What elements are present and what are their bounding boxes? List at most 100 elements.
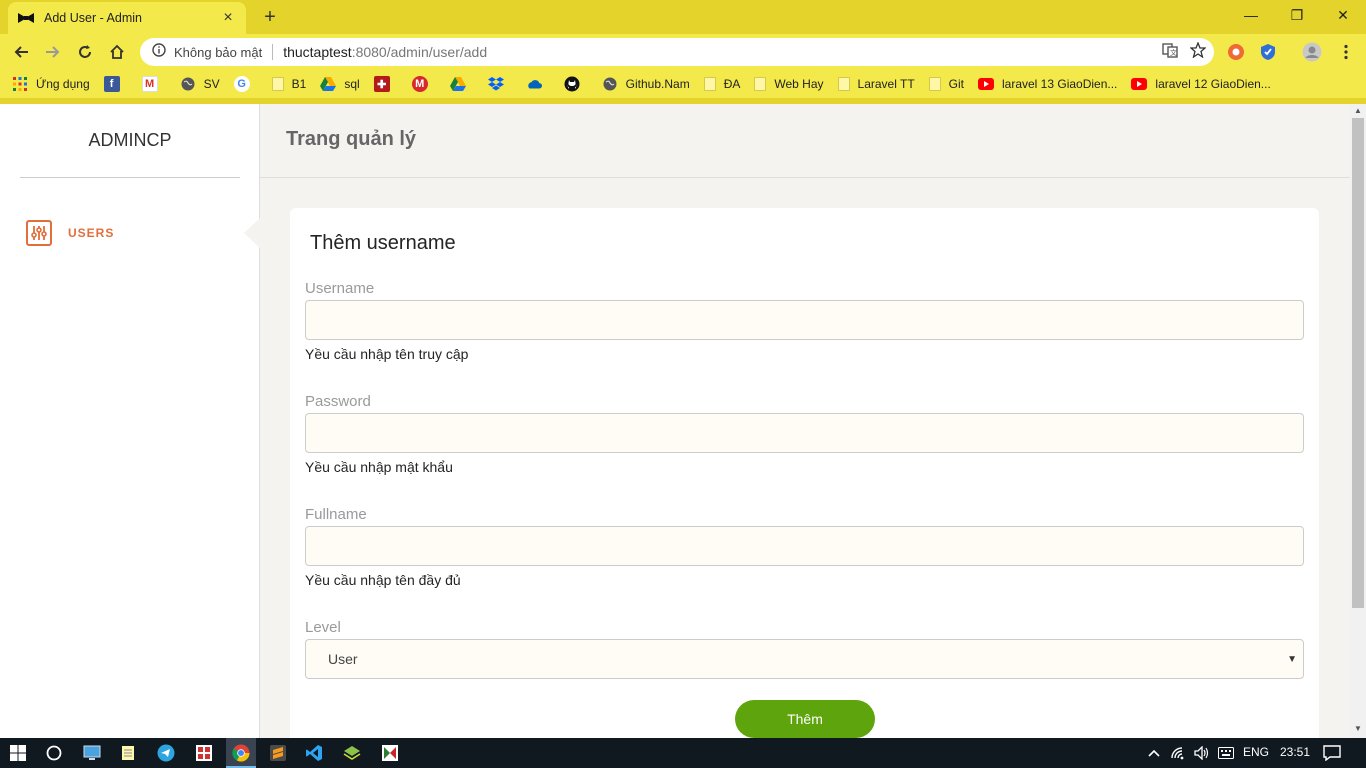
mega-icon: M bbox=[411, 76, 428, 92]
sublime-text-icon[interactable] bbox=[268, 743, 288, 763]
browser-tab[interactable]: Add User - Admin × bbox=[8, 2, 246, 34]
scroll-down-icon[interactable]: ▼ bbox=[1350, 722, 1366, 736]
address-separator bbox=[272, 44, 274, 60]
windows-start-icon[interactable] bbox=[8, 743, 28, 763]
onedrive-icon bbox=[526, 76, 542, 92]
notepad-icon[interactable] bbox=[118, 743, 138, 763]
bookmark-web-hay[interactable]: Web Hay bbox=[754, 77, 824, 91]
level-select[interactable]: User ▼ bbox=[305, 639, 1304, 679]
chrome-icon[interactable] bbox=[231, 743, 251, 763]
profile-avatar-icon[interactable] bbox=[1300, 40, 1324, 64]
chevron-up-icon[interactable] bbox=[1144, 743, 1164, 763]
fullname-help-text: Yều cầu nhập tên đầy đủ bbox=[305, 572, 461, 588]
gmail-icon: M bbox=[141, 76, 158, 92]
tab-close-icon[interactable]: × bbox=[220, 10, 236, 26]
new-tab-button[interactable]: + bbox=[258, 6, 282, 30]
username-label: Username bbox=[305, 280, 375, 297]
bookmark-mega[interactable]: M bbox=[411, 76, 436, 92]
search-circle-icon[interactable] bbox=[44, 743, 64, 763]
telegram-icon[interactable] bbox=[156, 743, 176, 763]
bookmark-laravel-12[interactable]: laravel 12 GiaoDien... bbox=[1131, 76, 1271, 92]
clock-time[interactable]: 23:51 bbox=[1280, 745, 1310, 759]
bookmark-crest[interactable]: ✚ bbox=[373, 76, 398, 92]
bookmark-github-nam[interactable]: Github.Nam bbox=[602, 76, 690, 92]
wifi-icon[interactable] bbox=[1168, 743, 1188, 763]
bookmark-drive[interactable] bbox=[449, 76, 474, 92]
caret-down-icon: ▼ bbox=[1287, 653, 1297, 665]
keyboard-icon[interactable] bbox=[1216, 743, 1236, 763]
sidebar: ADMINCP USERS bbox=[0, 104, 260, 738]
bookmark-da[interactable]: ĐA bbox=[703, 77, 740, 91]
windows-taskbar: ENG 23:51 bbox=[0, 738, 1366, 768]
google-icon: G bbox=[233, 76, 250, 92]
youtube-icon bbox=[1131, 76, 1148, 92]
vscode-icon[interactable] bbox=[304, 743, 324, 763]
folder-icon bbox=[754, 77, 767, 91]
translate-icon[interactable]: 文 bbox=[1162, 42, 1178, 63]
bookmark-google[interactable]: G bbox=[233, 76, 258, 92]
notification-icon[interactable] bbox=[1322, 743, 1342, 763]
maximize-button[interactable]: ❐ bbox=[1274, 4, 1320, 28]
globe-icon bbox=[602, 76, 618, 92]
bookmark-onedrive[interactable] bbox=[526, 76, 550, 92]
security-status-text[interactable]: Không bảo mật bbox=[174, 45, 262, 60]
bookmark-star-icon[interactable] bbox=[1189, 41, 1207, 63]
forward-arrow-icon[interactable] bbox=[40, 39, 66, 65]
bookmark-github[interactable] bbox=[564, 76, 588, 92]
svg-text:文: 文 bbox=[1170, 48, 1177, 57]
bookmark-label: Git bbox=[948, 77, 964, 91]
page-scrollbar[interactable]: ▲ ▼ bbox=[1350, 104, 1366, 738]
fullname-input[interactable] bbox=[305, 526, 1304, 566]
bookmark-apps[interactable]: Ứng dụng bbox=[12, 76, 90, 92]
media-app-icon[interactable] bbox=[380, 743, 400, 763]
password-input[interactable] bbox=[305, 413, 1304, 453]
top-navbar: Trang quản lý bbox=[260, 104, 1350, 178]
extension-orange-icon[interactable] bbox=[1224, 40, 1248, 64]
bookmark-laravel-tt[interactable]: Laravel TT bbox=[837, 77, 915, 91]
bookmark-gmail[interactable]: M bbox=[141, 76, 166, 92]
menu-kebab-icon[interactable] bbox=[1334, 40, 1358, 64]
desktop-app-icon[interactable] bbox=[82, 743, 102, 763]
address-bar[interactable]: Không bảo mật thuctaptest :8080/admin/us… bbox=[140, 38, 1214, 66]
page-title[interactable]: Trang quản lý bbox=[286, 128, 416, 151]
brand-logo-text[interactable]: ADMINCP bbox=[20, 104, 240, 178]
bookmark-facebook[interactable]: f bbox=[103, 76, 128, 92]
shield-crest-icon: ✚ bbox=[373, 76, 390, 92]
scroll-up-icon[interactable]: ▲ bbox=[1350, 104, 1366, 118]
submit-add-button[interactable]: Thêm bbox=[735, 700, 875, 738]
reload-icon[interactable] bbox=[72, 39, 98, 65]
bookmark-sql[interactable]: sql bbox=[320, 76, 360, 92]
minimize-button[interactable]: — bbox=[1228, 4, 1274, 28]
volume-icon[interactable] bbox=[1192, 743, 1212, 763]
bookmark-label: sql bbox=[344, 77, 360, 91]
bookmark-laravel-13[interactable]: laravel 13 GiaoDien... bbox=[978, 76, 1117, 92]
tab-strip: Add User - Admin × + — ❐ ✕ bbox=[0, 0, 1366, 34]
language-indicator[interactable]: ENG bbox=[1243, 745, 1269, 759]
page-content: ADMINCP USERS Trang quản lý Thêm usernam… bbox=[0, 104, 1350, 748]
app-grid-icon[interactable] bbox=[194, 743, 214, 763]
folder-icon bbox=[928, 77, 941, 91]
folder-icon bbox=[271, 77, 284, 91]
bookmark-label: SV bbox=[203, 77, 220, 91]
home-icon[interactable] bbox=[104, 39, 130, 65]
bookmark-git[interactable]: Git bbox=[928, 77, 964, 91]
back-arrow-icon[interactable] bbox=[8, 39, 34, 65]
level-selected-value: User bbox=[328, 651, 358, 667]
scrollbar-thumb[interactable] bbox=[1352, 118, 1364, 608]
tab-title: Add User - Admin bbox=[44, 11, 142, 25]
sidebar-item-users[interactable]: USERS bbox=[26, 220, 114, 246]
bookmark-label: B1 bbox=[291, 77, 307, 91]
bookmark-dropbox[interactable] bbox=[487, 76, 512, 92]
extension-shield-icon[interactable] bbox=[1256, 40, 1280, 64]
username-input[interactable] bbox=[305, 300, 1304, 340]
close-window-button[interactable]: ✕ bbox=[1320, 4, 1366, 28]
bookmark-label: laravel 12 GiaoDien... bbox=[1155, 77, 1271, 91]
bookmark-b1[interactable]: B1 bbox=[271, 77, 307, 91]
layers-app-icon[interactable] bbox=[342, 743, 362, 763]
globe-icon bbox=[180, 76, 196, 92]
level-label: Level bbox=[305, 619, 341, 636]
info-icon[interactable] bbox=[152, 42, 166, 62]
bookmark-sv[interactable]: SV bbox=[180, 76, 220, 92]
browser-chrome: Add User - Admin × + — ❐ ✕ Không bảo mật… bbox=[0, 0, 1366, 104]
folder-icon bbox=[837, 77, 850, 91]
